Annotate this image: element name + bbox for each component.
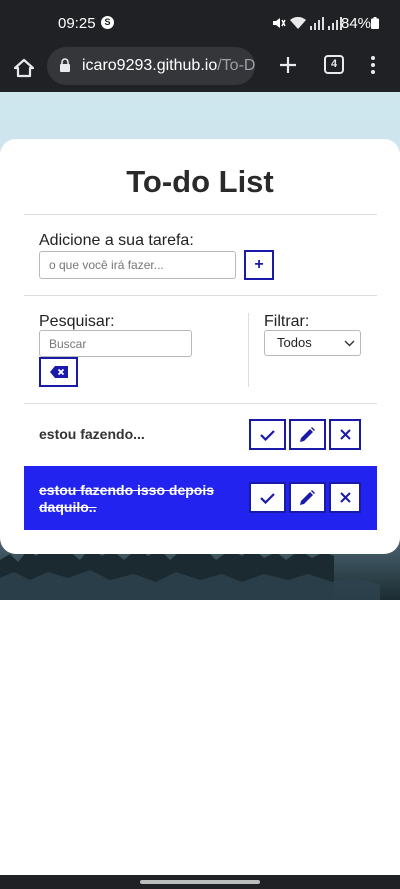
check-icon bbox=[260, 429, 275, 441]
more-vert-icon bbox=[371, 56, 375, 74]
home-icon bbox=[13, 58, 35, 78]
search-label: Pesquisar: bbox=[39, 313, 115, 330]
page-title: To-do List bbox=[126, 164, 274, 199]
url-text: icaro9293.github.io/To-D bbox=[82, 57, 255, 75]
home-gesture-handle[interactable] bbox=[140, 880, 260, 884]
edit-button[interactable] bbox=[289, 419, 326, 450]
edit-button[interactable] bbox=[289, 482, 326, 513]
mute-icon bbox=[273, 18, 286, 28]
backspace-icon bbox=[49, 366, 68, 378]
lock-icon bbox=[60, 58, 70, 72]
status-bar: 09:25 S 84% bbox=[0, 0, 400, 46]
signal-icon bbox=[310, 16, 324, 30]
divider bbox=[24, 295, 377, 296]
browser-toolbar: icaro9293.github.io/To-D 4 bbox=[0, 46, 400, 92]
remove-button[interactable] bbox=[329, 419, 361, 450]
navigation-bar bbox=[0, 875, 400, 889]
todo-text: estou fazendo... bbox=[39, 426, 145, 442]
complete-button[interactable] bbox=[249, 482, 286, 513]
todo-text: estou fazendo isso depois daquilo.. bbox=[39, 482, 215, 515]
complete-button[interactable] bbox=[249, 419, 286, 450]
vertical-divider bbox=[248, 313, 249, 387]
divider bbox=[24, 214, 377, 215]
browser-menu-button[interactable] bbox=[364, 52, 382, 78]
battery-icon bbox=[371, 17, 379, 29]
x-icon bbox=[339, 429, 351, 440]
x-icon bbox=[339, 492, 351, 503]
add-task-input[interactable] bbox=[39, 251, 236, 279]
add-task-button[interactable]: + bbox=[244, 250, 274, 280]
wifi-icon bbox=[290, 16, 306, 29]
clear-search-button[interactable] bbox=[39, 357, 78, 387]
pencil-icon bbox=[300, 427, 315, 442]
search-input[interactable] bbox=[39, 330, 192, 357]
filter-label: Filtrar: bbox=[264, 313, 310, 330]
app-notification-icon: S bbox=[101, 16, 114, 29]
home-button[interactable] bbox=[10, 54, 38, 82]
new-tab-button[interactable] bbox=[275, 52, 301, 78]
plus-icon bbox=[280, 57, 296, 73]
todo-item-done: estou fazendo isso depois daquilo.. bbox=[24, 466, 377, 530]
signal-icon-2 bbox=[328, 16, 342, 30]
chevron-down-icon bbox=[344, 340, 355, 347]
check-icon bbox=[260, 492, 275, 504]
status-time: 09:25 bbox=[58, 15, 96, 32]
todo-item: estou fazendo... bbox=[24, 403, 377, 467]
url-host: icaro9293.github.io bbox=[82, 57, 218, 74]
battery-percent: 84% bbox=[341, 15, 372, 32]
address-bar[interactable]: icaro9293.github.io/To-D bbox=[47, 47, 255, 85]
status-icons bbox=[272, 14, 342, 32]
pencil-icon bbox=[300, 490, 315, 505]
url-path: /To-D bbox=[217, 57, 255, 74]
tab-switcher-button[interactable]: 4 bbox=[324, 55, 344, 74]
filter-select[interactable]: Todos bbox=[264, 330, 361, 356]
add-task-label: Adicione a sua tarefa: bbox=[39, 232, 194, 249]
filter-selected-value: Todos bbox=[277, 335, 312, 350]
remove-button[interactable] bbox=[329, 482, 361, 513]
